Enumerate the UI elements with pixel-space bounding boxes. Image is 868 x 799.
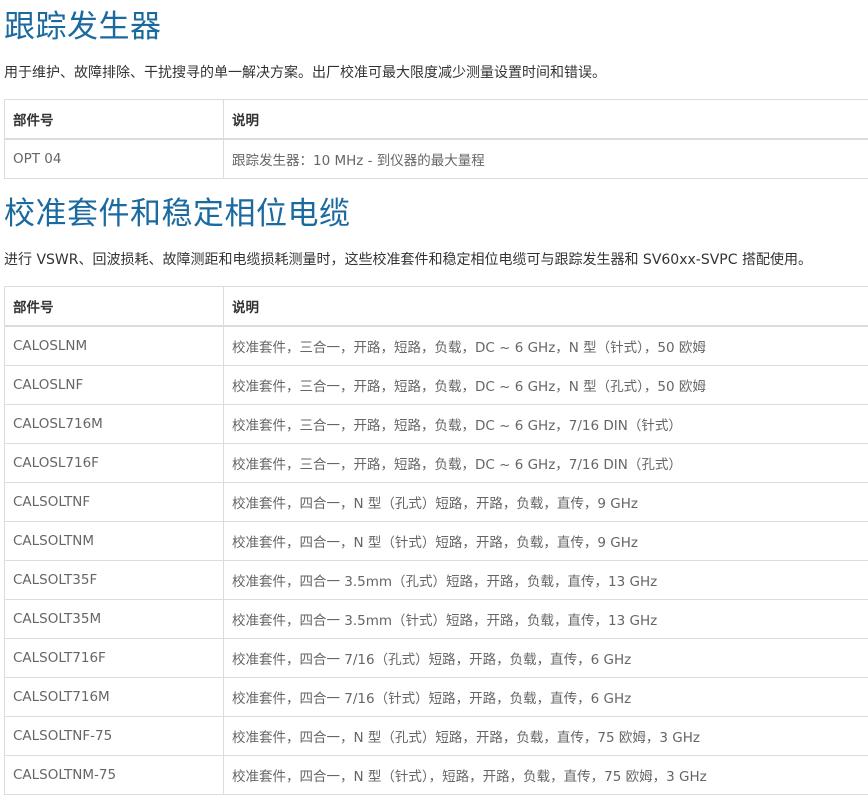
table-row: CALSOLTNM 校准套件，四合一，N 型（针式）短路，开路，负载，直传，9 G…: [4, 521, 868, 561]
table-row: CALSOLTNM-75 校准套件，四合一，N 型（针式），短路，开路，负载，直传…: [4, 755, 868, 795]
table-row: CALSOLT35F 校准套件，四合一 3.5mm（孔式）短路，开路，负载，直传，…: [4, 560, 868, 600]
part-number-cell: CALSOLT716F: [4, 638, 224, 678]
part-number-cell: CALSOLT716M: [4, 677, 224, 717]
description-cell: 校准套件，三合一，开路，短路，负载，DC ~ 6 GHz，7/16 DIN（孔式…: [223, 443, 868, 483]
description-cell: 校准套件，四合一，N 型（针式），短路，开路，负载，直传，75 欧姆，3 GHz: [223, 755, 868, 795]
table-row: CALOSLNM 校准套件，三合一，开路，短路，负载，DC ~ 6 GHz，N 型…: [4, 325, 868, 366]
description-cell: 校准套件，四合一 7/16（针式）短路，开路，负载，直传，6 GHz: [223, 677, 868, 717]
description-cell: 校准套件，三合一，开路，短路，负载，DC ~ 6 GHz，N 型（针式），50 …: [223, 325, 868, 366]
table-row: CALOSL716M 校准套件，三合一，开路，短路，负载，DC ~ 6 GHz，7…: [4, 404, 868, 444]
part-number-cell: CALSOLT35M: [4, 599, 224, 639]
part-number-cell: CALOSLNF: [4, 365, 224, 405]
column-header-description: 说明: [223, 286, 868, 327]
part-number-cell: OPT 04: [4, 138, 224, 179]
section-title-calibration-kits: 校准套件和稳定相位电缆: [4, 196, 351, 232]
description-cell: 校准套件，四合一 7/16（孔式）短路，开路，负载，直传，6 GHz: [223, 638, 868, 678]
table-row: CALSOLTNF-75 校准套件，四合一，N 型（孔式）短路，开路，负载，直传，…: [4, 716, 868, 756]
part-number-cell: CALOSL716M: [4, 404, 224, 444]
table-row: OPT 04 跟踪发生器：10 MHz - 到仪器的最大量程: [4, 138, 868, 179]
table-row: CALOSL716F 校准套件，三合一，开路，短路，负载，DC ~ 6 GHz，7…: [4, 443, 868, 483]
description-cell: 跟踪发生器：10 MHz - 到仪器的最大量程: [223, 138, 868, 179]
section-title-tracking-generator: 跟踪发生器: [4, 9, 162, 45]
table-header-row: 部件号 说明: [4, 99, 868, 140]
column-header-part-number: 部件号: [4, 99, 224, 140]
table-row: CALSOLT35M 校准套件，四合一 3.5mm（针式）短路，开路，负载，直传，…: [4, 599, 868, 639]
part-number-cell: CALOSL716F: [4, 443, 224, 483]
table-body: CALOSLNM 校准套件，三合一，开路，短路，负载，DC ~ 6 GHz，N 型…: [4, 325, 868, 795]
part-number-cell: CALOSLNM: [4, 325, 224, 366]
table-row: CALOSLNF 校准套件，三合一，开路，短路，负载，DC ~ 6 GHz，N 型…: [4, 365, 868, 405]
description-cell: 校准套件，四合一，N 型（孔式）短路，开路，负载，直传，9 GHz: [223, 482, 868, 522]
page: 跟踪发生器 用于维护、故障排除、干扰搜寻的单一解决方案。出厂校准可最大限度减少测…: [0, 0, 868, 799]
table-row: CALSOLT716M 校准套件，四合一 7/16（针式）短路，开路，负载，直传，…: [4, 677, 868, 717]
section-intro-calibration-kits: 进行 VSWR、回波损耗、故障测距和电缆损耗测量时，这些校准套件和稳定相位电缆可…: [4, 252, 812, 268]
part-number-cell: CALSOLTNF-75: [4, 716, 224, 756]
part-number-cell: CALSOLTNF: [4, 482, 224, 522]
tracking-generator-table: 部件号 说明 OPT 04 跟踪发生器：10 MHz - 到仪器的最大量程: [4, 99, 868, 179]
section-intro-tracking-generator: 用于维护、故障排除、干扰搜寻的单一解决方案。出厂校准可最大限度减少测量设置时间和…: [4, 65, 606, 81]
part-number-cell: CALSOLTNM-75: [4, 755, 224, 795]
table-row: CALSOLTNF 校准套件，四合一，N 型（孔式）短路，开路，负载，直传，9 G…: [4, 482, 868, 522]
description-cell: 校准套件，三合一，开路，短路，负载，DC ~ 6 GHz，N 型（孔式），50 …: [223, 365, 868, 405]
description-cell: 校准套件，三合一，开路，短路，负载，DC ~ 6 GHz，7/16 DIN（针式…: [223, 404, 868, 444]
calibration-kits-table: 部件号 说明 CALOSLNM 校准套件，三合一，开路，短路，负载，DC ~ 6 …: [4, 286, 868, 795]
column-header-description: 说明: [223, 99, 868, 140]
part-number-cell: CALSOLTNM: [4, 521, 224, 561]
part-number-cell: CALSOLT35F: [4, 560, 224, 600]
table-body: OPT 04 跟踪发生器：10 MHz - 到仪器的最大量程: [4, 138, 868, 179]
table-row: CALSOLT716F 校准套件，四合一 7/16（孔式）短路，开路，负载，直传，…: [4, 638, 868, 678]
description-cell: 校准套件，四合一 3.5mm（针式）短路，开路，负载，直传，13 GHz: [223, 599, 868, 639]
table-header-row: 部件号 说明: [4, 286, 868, 327]
description-cell: 校准套件，四合一，N 型（针式）短路，开路，负载，直传，9 GHz: [223, 521, 868, 561]
description-cell: 校准套件，四合一，N 型（孔式）短路，开路，负载，直传，75 欧姆，3 GHz: [223, 716, 868, 756]
column-header-part-number: 部件号: [4, 286, 224, 327]
description-cell: 校准套件，四合一 3.5mm（孔式）短路，开路，负载，直传，13 GHz: [223, 560, 868, 600]
